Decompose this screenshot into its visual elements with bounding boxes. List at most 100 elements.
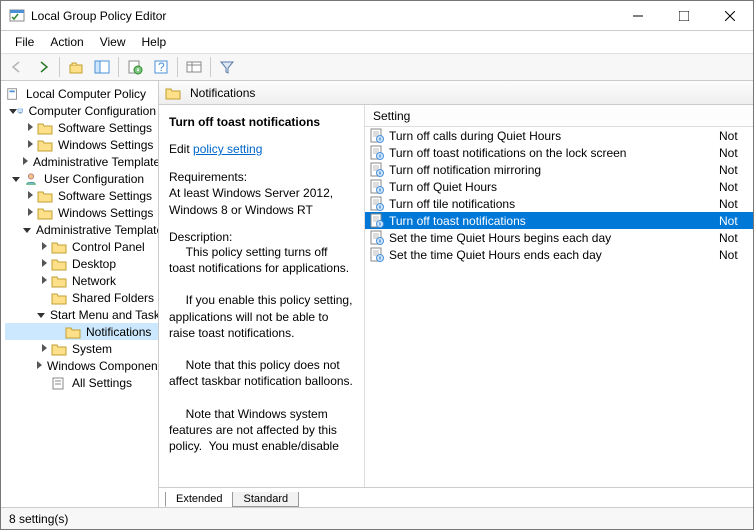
tree-label: Desktop bbox=[70, 257, 118, 271]
filter-button[interactable] bbox=[215, 55, 239, 79]
list-item[interactable]: Set the time Quiet Hours ends each dayNo… bbox=[365, 246, 753, 263]
tab-extended[interactable]: Extended bbox=[165, 492, 233, 507]
minimize-button[interactable] bbox=[615, 1, 661, 30]
tree-label: Start Menu and Taskbar bbox=[48, 308, 159, 322]
tree-computer-config[interactable]: Computer Configuration bbox=[5, 102, 158, 119]
description-label: Description: bbox=[169, 230, 354, 244]
chevron-right-icon[interactable] bbox=[23, 138, 37, 152]
tree-item[interactable]: Windows Settings bbox=[5, 136, 158, 153]
tree-item[interactable]: Windows Settings bbox=[5, 204, 158, 221]
list-item-state: Not bbox=[719, 197, 753, 211]
list-item-state: Not bbox=[719, 163, 753, 177]
chevron-right-icon[interactable] bbox=[37, 359, 42, 373]
tree-root[interactable]: Local Computer Policy bbox=[5, 85, 158, 102]
svg-text:?: ? bbox=[158, 60, 165, 74]
tree-item[interactable]: Shared Folders bbox=[5, 289, 158, 306]
requirements-text: At least Windows Server 2012, Windows 8 … bbox=[169, 186, 333, 216]
menu-help[interactable]: Help bbox=[134, 33, 175, 51]
list-item[interactable]: Set the time Quiet Hours begins each day… bbox=[365, 229, 753, 246]
view-button[interactable] bbox=[182, 55, 206, 79]
list-item[interactable]: Turn off toast notificationsNot bbox=[365, 212, 753, 229]
description-text: This policy setting turns off toast noti… bbox=[169, 244, 354, 454]
maximize-button[interactable] bbox=[661, 1, 707, 30]
chevron-right-icon[interactable] bbox=[37, 257, 51, 271]
list-item-label: Turn off toast notifications bbox=[389, 214, 719, 228]
navigation-tree[interactable]: Local Computer Policy Computer Configura… bbox=[1, 81, 159, 507]
tree-label: Windows Settings bbox=[56, 206, 155, 220]
requirements-label: Requirements: bbox=[169, 170, 247, 184]
tree-item[interactable]: System bbox=[5, 340, 158, 357]
tab-standard[interactable]: Standard bbox=[232, 492, 299, 507]
chevron-right-icon[interactable] bbox=[23, 189, 37, 203]
folder-icon bbox=[37, 206, 53, 220]
tree-label: Network bbox=[70, 274, 118, 288]
chevron-right-icon[interactable] bbox=[23, 206, 37, 220]
chevron-right-icon[interactable] bbox=[37, 274, 51, 288]
forward-button[interactable] bbox=[31, 55, 55, 79]
list-item-label: Set the time Quiet Hours begins each day bbox=[389, 231, 719, 245]
tree-item[interactable]: Administrative Templates bbox=[5, 221, 158, 238]
close-button[interactable] bbox=[707, 1, 753, 30]
tree-item[interactable]: Software Settings bbox=[5, 119, 158, 136]
list-item-state: Not bbox=[719, 248, 753, 262]
setting-icon bbox=[369, 179, 385, 195]
folder-icon bbox=[165, 86, 181, 100]
chevron-down-icon[interactable] bbox=[9, 172, 23, 186]
tree-label: Windows Settings bbox=[56, 138, 155, 152]
tree-item[interactable]: Network bbox=[5, 272, 158, 289]
list-item[interactable]: Turn off toast notifications on the lock… bbox=[365, 144, 753, 161]
tree-label: Computer Configuration bbox=[27, 104, 158, 118]
list-item-state: Not bbox=[719, 129, 753, 143]
tree-item[interactable]: Administrative Templates bbox=[5, 153, 158, 170]
tree-label: Control Panel bbox=[70, 240, 147, 254]
setting-icon bbox=[369, 247, 385, 263]
settings-list[interactable]: Turn off calls during Quiet HoursNot Turn… bbox=[365, 127, 753, 487]
list-item[interactable]: Turn off calls during Quiet HoursNot bbox=[365, 127, 753, 144]
menu-view[interactable]: View bbox=[92, 33, 134, 51]
toolbar-separator bbox=[59, 57, 60, 77]
tree-item[interactable]: Start Menu and Taskbar bbox=[5, 306, 158, 323]
chevron-right-icon[interactable] bbox=[37, 342, 51, 356]
chevron-down-icon[interactable] bbox=[37, 308, 45, 322]
list-item-state: Not bbox=[719, 231, 753, 245]
window-title: Local Group Policy Editor bbox=[31, 9, 615, 23]
up-button[interactable] bbox=[64, 55, 88, 79]
status-bar: 8 setting(s) bbox=[1, 507, 753, 529]
computer-icon bbox=[17, 104, 24, 118]
list-item-label: Set the time Quiet Hours ends each day bbox=[389, 248, 719, 262]
settings-icon bbox=[51, 376, 67, 390]
list-item[interactable]: Turn off notification mirroringNot bbox=[365, 161, 753, 178]
folder-icon bbox=[37, 138, 53, 152]
menu-action[interactable]: Action bbox=[42, 33, 91, 51]
tree-user-config[interactable]: User Configuration bbox=[5, 170, 158, 187]
setting-icon bbox=[369, 145, 385, 161]
help-button[interactable]: ? bbox=[149, 55, 173, 79]
tree-item[interactable]: Desktop bbox=[5, 255, 158, 272]
policy-setting-link[interactable]: policy setting bbox=[193, 142, 262, 156]
list-item-label: Turn off Quiet Hours bbox=[389, 180, 719, 194]
chevron-down-icon[interactable] bbox=[23, 223, 31, 237]
tree-item[interactable]: Windows Components bbox=[5, 357, 158, 374]
setting-icon bbox=[369, 213, 385, 229]
column-header-setting[interactable]: Setting bbox=[365, 105, 753, 127]
tree-item[interactable]: Software Settings bbox=[5, 187, 158, 204]
back-button bbox=[5, 55, 29, 79]
list-item-state: Not bbox=[719, 146, 753, 160]
chevron-right-icon[interactable] bbox=[23, 155, 28, 169]
menu-file[interactable]: File bbox=[7, 33, 42, 51]
edit-label: Edit bbox=[169, 142, 190, 156]
list-item[interactable]: Turn off Quiet HoursNot bbox=[365, 178, 753, 195]
content-area: Local Computer Policy Computer Configura… bbox=[1, 81, 753, 507]
main-panel: Notifications Turn off toast notificatio… bbox=[159, 81, 753, 507]
tree-item[interactable]: All Settings bbox=[5, 374, 158, 391]
tree-item[interactable]: Control Panel bbox=[5, 238, 158, 255]
chevron-down-icon[interactable] bbox=[9, 104, 17, 118]
list-item-label: Turn off toast notifications on the lock… bbox=[389, 146, 719, 160]
list-item[interactable]: Turn off tile notificationsNot bbox=[365, 195, 753, 212]
setting-icon bbox=[369, 128, 385, 144]
chevron-right-icon[interactable] bbox=[23, 121, 37, 135]
chevron-right-icon[interactable] bbox=[37, 240, 51, 254]
show-hide-tree-button[interactable] bbox=[90, 55, 114, 79]
properties-button[interactable] bbox=[123, 55, 147, 79]
tree-item-notifications[interactable]: Notifications bbox=[5, 323, 158, 340]
